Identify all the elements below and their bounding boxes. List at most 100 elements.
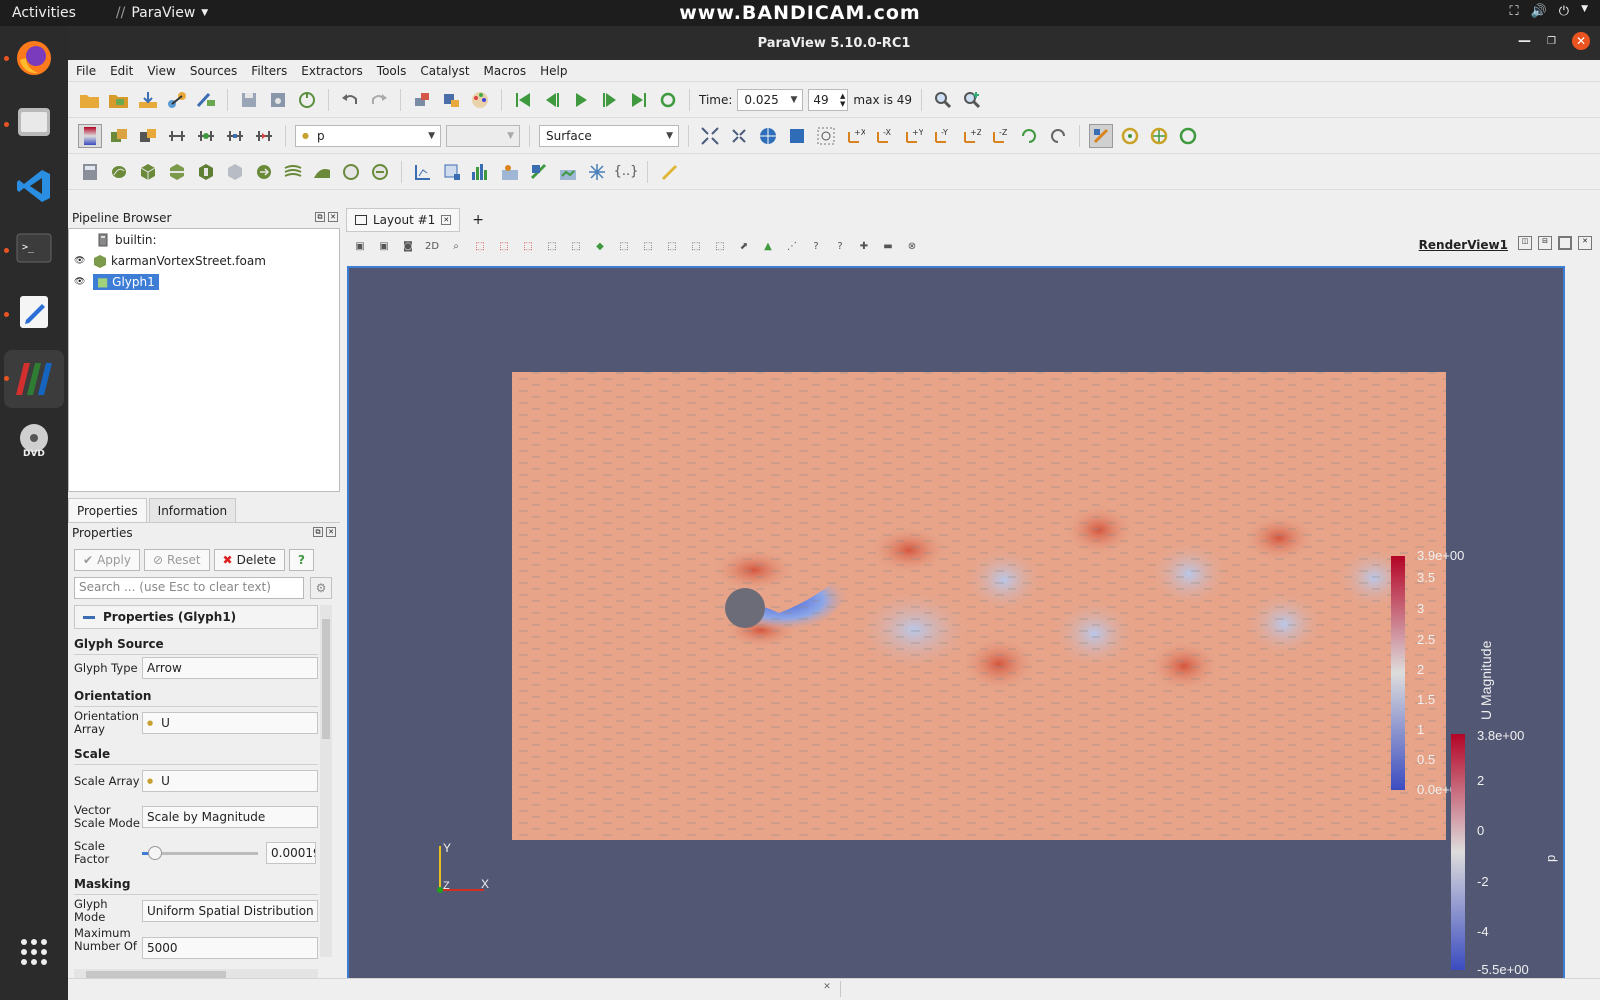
slice-icon[interactable] bbox=[165, 160, 189, 184]
eye-icon[interactable]: 👁 bbox=[74, 256, 86, 266]
orientation-array-combo[interactable]: ● U bbox=[142, 712, 318, 734]
previous-frame-icon[interactable] bbox=[540, 88, 564, 112]
tab-layout-1[interactable]: Layout #1 ✕ bbox=[346, 208, 461, 232]
glyph-type-combo[interactable]: Arrow bbox=[142, 657, 318, 679]
load-state-icon[interactable] bbox=[107, 88, 131, 112]
close-status-icon[interactable]: ✕ bbox=[820, 982, 834, 996]
split-horizontal-icon[interactable]: ◫ bbox=[1518, 236, 1532, 250]
extract-subset-icon[interactable] bbox=[223, 160, 247, 184]
help-button[interactable]: ? bbox=[289, 549, 315, 571]
view-plus-z-icon[interactable]: +Z bbox=[959, 124, 983, 148]
properties-vertical-scrollbar[interactable] bbox=[320, 605, 332, 957]
reset-range-icon[interactable] bbox=[136, 124, 160, 148]
plus-icon[interactable]: ✚ bbox=[854, 236, 874, 256]
render-view-name[interactable]: RenderView1 bbox=[1419, 238, 1508, 252]
find-data-icon[interactable]: ⋰ bbox=[782, 236, 802, 256]
rotate-minus-90-icon[interactable] bbox=[1046, 124, 1070, 148]
reset-camera-icon[interactable] bbox=[698, 124, 722, 148]
edit-colormap-icon[interactable] bbox=[107, 124, 131, 148]
menu-file[interactable]: File bbox=[76, 64, 96, 78]
camera-link-icon[interactable] bbox=[410, 88, 434, 112]
query-icon[interactable]: ? bbox=[806, 236, 826, 256]
save-data-icon[interactable] bbox=[136, 88, 160, 112]
interaction-mode-icon[interactable] bbox=[1089, 123, 1113, 148]
maximize-view-icon[interactable] bbox=[1558, 236, 1572, 250]
menu-macros[interactable]: Macros bbox=[484, 64, 527, 78]
scale-factor-slider[interactable] bbox=[142, 843, 260, 863]
play-icon[interactable] bbox=[569, 88, 593, 112]
pipeline-item-glyph1[interactable]: 👁 ■ Glyph1 bbox=[69, 271, 339, 292]
zoom-to-box-icon[interactable] bbox=[756, 124, 780, 148]
render-canvas[interactable]: 3.9e+00 3.5 3 2.5 2 1.5 1 0.5 0.0e+00 U … bbox=[349, 268, 1563, 978]
extract-selection-icon[interactable]: ⬈ bbox=[734, 236, 754, 256]
view-minus-x-icon[interactable]: -X bbox=[872, 124, 896, 148]
redo-icon[interactable] bbox=[367, 88, 391, 112]
zoom-region-icon[interactable] bbox=[814, 124, 838, 148]
properties-section-header[interactable]: Properties (Glyph1) bbox=[74, 605, 318, 629]
shrink-selection-icon[interactable]: ⬚ bbox=[710, 236, 730, 256]
properties-search-input[interactable]: Search ... (use Esc to clear text) bbox=[74, 577, 304, 599]
select-points-through-icon[interactable]: ⬚ bbox=[542, 236, 562, 256]
time-step-spinbox[interactable]: 49 ▲ ▼ bbox=[808, 88, 849, 111]
render-view[interactable]: 3.9e+00 3.5 3 2.5 2 1.5 1 0.5 0.0e+00 U … bbox=[347, 266, 1565, 980]
zoom-closest-icon[interactable] bbox=[960, 88, 984, 112]
glyph-mode-combo[interactable]: Uniform Spatial Distribution (B bbox=[142, 900, 318, 922]
tab-information[interactable]: Information bbox=[148, 498, 237, 522]
interactive-select-icon[interactable]: ⬚ bbox=[614, 236, 634, 256]
rotate-plus-90-icon[interactable] bbox=[1017, 124, 1041, 148]
undock-icon[interactable]: ⧉ bbox=[315, 212, 325, 222]
network-icon[interactable]: ⛶ bbox=[1509, 4, 1518, 19]
menu-view[interactable]: View bbox=[147, 64, 175, 78]
select-cells-on-icon[interactable]: ⬚ bbox=[470, 236, 490, 256]
scale-factor-input[interactable]: 0.00019 bbox=[266, 842, 316, 864]
menu-edit[interactable]: Edit bbox=[110, 64, 133, 78]
representation-combo[interactable]: Surface ▼ bbox=[539, 124, 679, 147]
camera-icon[interactable]: ◙ bbox=[398, 236, 418, 256]
calculator-icon[interactable] bbox=[78, 160, 102, 184]
tab-properties[interactable]: Properties bbox=[68, 498, 147, 522]
terminal-icon[interactable]: >_ bbox=[12, 226, 56, 270]
contour-icon[interactable] bbox=[107, 160, 131, 184]
capture-view-icon[interactable]: ▣ bbox=[350, 236, 370, 256]
minimize-icon[interactable]: — bbox=[1518, 34, 1531, 49]
view-minus-z-icon[interactable]: -Z bbox=[988, 124, 1012, 148]
apply-button[interactable]: ✔ Apply bbox=[74, 549, 140, 571]
plot-over-line-icon[interactable] bbox=[411, 160, 435, 184]
spin-arrows-icon[interactable]: ▲ ▼ bbox=[840, 92, 845, 108]
hover-cells-icon[interactable]: ⬚ bbox=[662, 236, 682, 256]
last-frame-icon[interactable] bbox=[627, 88, 651, 112]
selected-pipeline-item[interactable]: ■ Glyph1 bbox=[93, 273, 159, 290]
open-file-icon[interactable] bbox=[78, 88, 102, 112]
reset-button[interactable]: ⊘ Reset bbox=[143, 549, 210, 571]
screenshot-icon[interactable] bbox=[266, 88, 290, 112]
menu-sources[interactable]: Sources bbox=[190, 64, 237, 78]
probe-location-icon[interactable] bbox=[498, 160, 522, 184]
p-color-legend[interactable]: 3.8e+00 2 0 -2 -4 -5.5e+00 p bbox=[1451, 728, 1558, 977]
undock-icon[interactable]: ⧉ bbox=[313, 527, 323, 537]
pipeline-item-builtin[interactable]: builtin: bbox=[69, 229, 339, 250]
eye-icon[interactable]: 👁 bbox=[74, 277, 86, 287]
zoom-to-data-icon[interactable] bbox=[931, 88, 955, 112]
vscode-icon[interactable] bbox=[12, 164, 56, 208]
rescale-custom-icon[interactable] bbox=[165, 124, 189, 148]
system-tray[interactable]: ⛶ 🔊 ⏻ ▼ bbox=[1509, 4, 1588, 19]
rescale-visible-icon[interactable] bbox=[223, 124, 247, 148]
slider-handle[interactable] bbox=[148, 846, 162, 860]
close-tab-icon[interactable]: ✕ bbox=[441, 215, 452, 225]
activities-button[interactable]: Activities bbox=[0, 5, 88, 21]
text-editor-icon[interactable] bbox=[12, 290, 56, 334]
toggle-label-icon[interactable]: ▲ bbox=[758, 236, 778, 256]
loop-icon[interactable] bbox=[656, 88, 680, 112]
minus-icon[interactable]: ▬ bbox=[878, 236, 898, 256]
dvd-icon[interactable]: DVD bbox=[12, 418, 56, 462]
show-applications-icon[interactable] bbox=[12, 930, 56, 974]
time-value-combo[interactable]: 0.025 ▼ bbox=[737, 88, 804, 111]
undo-camera-icon[interactable]: ▣ bbox=[374, 236, 394, 256]
connect-icon[interactable] bbox=[165, 88, 189, 112]
threshold-icon[interactable] bbox=[194, 160, 218, 184]
camera-undo-icon[interactable] bbox=[439, 88, 463, 112]
menu-help[interactable]: Help bbox=[540, 64, 567, 78]
select-polygon-icon[interactable]: ⬚ bbox=[566, 236, 586, 256]
pipeline-item-foam[interactable]: 👁 karmanVortexStreet.foam bbox=[69, 250, 339, 271]
histogram-icon[interactable] bbox=[469, 160, 493, 184]
